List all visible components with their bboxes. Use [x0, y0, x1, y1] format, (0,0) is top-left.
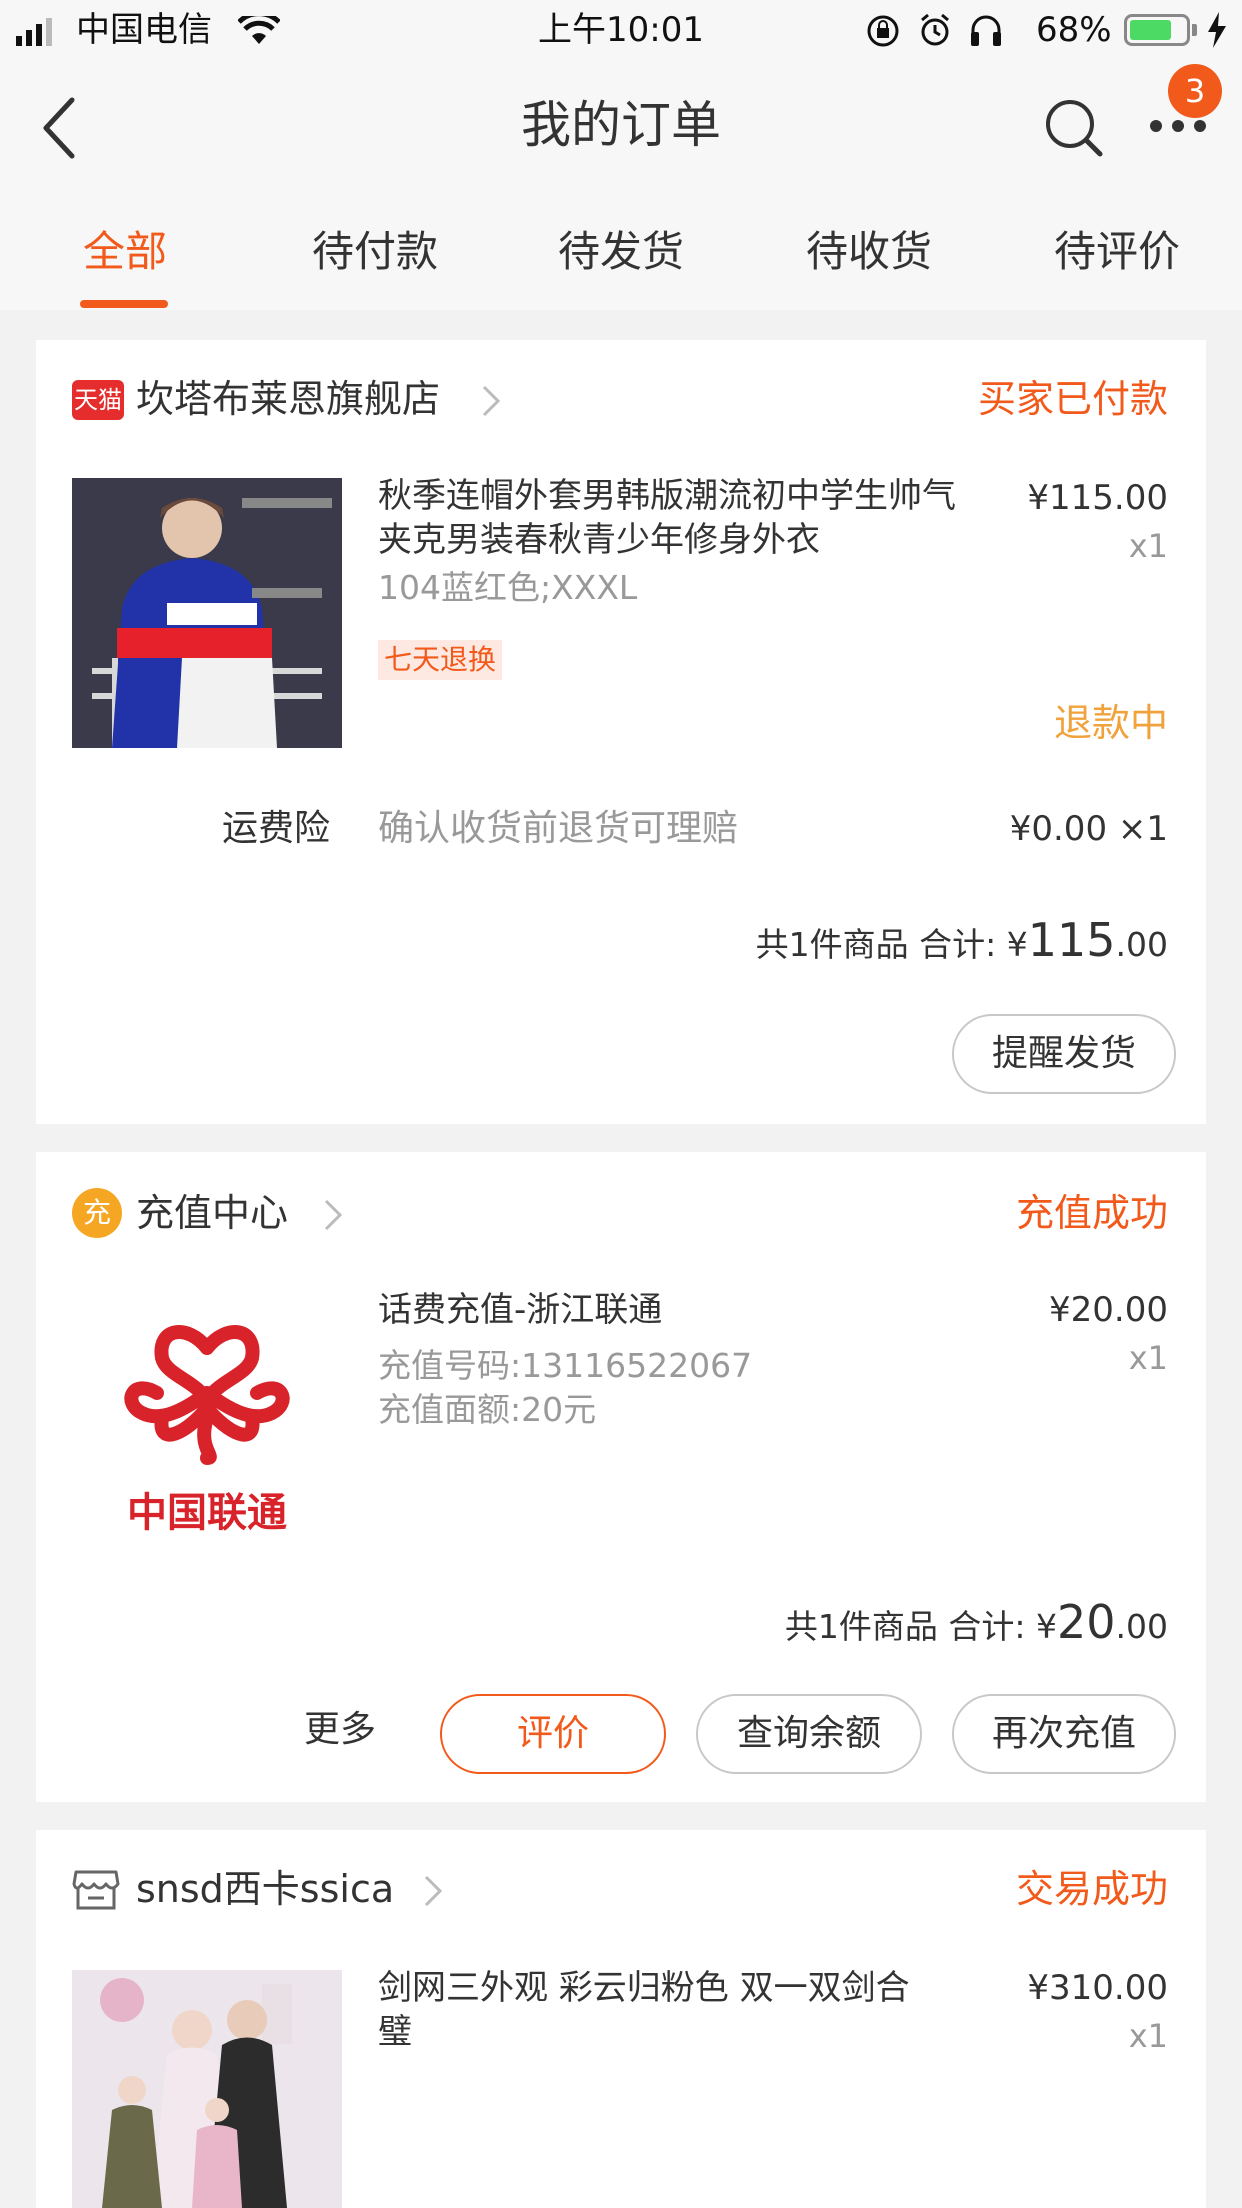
order-total-decimal: .00: [1115, 925, 1168, 964]
order-total-decimal: .00: [1115, 1607, 1168, 1646]
review-button[interactable]: 评价: [440, 1694, 666, 1774]
order-status: 充值成功: [1015, 1191, 1168, 1235]
search-icon[interactable]: [1044, 98, 1104, 158]
shop-name[interactable]: 坎塔布莱恩旗舰店: [136, 372, 440, 426]
recharge-amount: 充值面额:20元: [378, 1390, 597, 1429]
notification-badge: 3: [1168, 64, 1222, 118]
order-total-integer: 20: [1056, 1595, 1116, 1649]
product-sku: 104蓝红色;XXXL: [378, 568, 638, 607]
charging-icon: [1208, 12, 1226, 48]
product-title[interactable]: 秋季连帽外套男韩版潮流初中学生帅气夹克男装春秋青少年修身外衣: [378, 474, 978, 562]
order-status: 交易成功: [1015, 1867, 1168, 1911]
chevron-right-icon[interactable]: [480, 384, 502, 418]
chevron-right-icon[interactable]: [422, 1874, 444, 1908]
alarm-icon: [921, 13, 949, 46]
tab-pending-receipt[interactable]: 待收货: [784, 222, 954, 282]
order-total-integer: 115: [1027, 913, 1116, 967]
shop-name[interactable]: snsd西卡ssica: [136, 1862, 394, 1916]
insurance-label: 运费险: [222, 808, 331, 849]
product-quantity: x1: [1128, 527, 1168, 565]
order-status: 买家已付款: [977, 377, 1168, 421]
check-balance-button[interactable]: 查询余额: [696, 1694, 922, 1774]
nav-bar: 我的订单 3: [0, 62, 1242, 192]
product-image[interactable]: [72, 478, 342, 748]
product-quantity: x1: [1128, 2017, 1168, 2055]
order-total-prefix: 共1件商品 合计: ¥: [784, 1607, 1057, 1646]
recharge-center-icon: 充: [72, 1188, 122, 1238]
shop-name[interactable]: 充值中心: [136, 1186, 288, 1240]
product-image[interactable]: 中国联通: [72, 1288, 342, 1558]
rotation-lock-icon: [867, 15, 899, 47]
tab-pending-shipment[interactable]: 待发货: [536, 222, 706, 282]
recharge-number: 充值号码:13116522067: [378, 1346, 753, 1385]
store-icon: [72, 1870, 120, 1910]
tmall-badge-icon: 天猫: [72, 380, 124, 420]
product-image[interactable]: [72, 1970, 342, 2208]
order-total: 共1件商品 合计: ¥20.00: [785, 1592, 1168, 1657]
insurance-description: 确认收货前退货可理赔: [378, 808, 739, 849]
unicom-logo-icon: [124, 1325, 290, 1465]
active-tab-indicator: [80, 300, 168, 308]
battery-icon: [1124, 14, 1190, 46]
status-bar: 中国电信 上午10:01 68%: [0, 0, 1242, 62]
order-card: snsd西卡ssica 交易成功 剑网三外观 彩云归粉色 双一双剑合璧 ¥310…: [36, 1830, 1206, 2208]
refund-status: 退款中: [1053, 701, 1168, 745]
order-total-prefix: 共1件商品 合计: ¥: [755, 925, 1028, 964]
order-card: 充 充值中心 充值成功 中国联通 话费充值-浙江联通 充值号码:13116522…: [36, 1152, 1206, 1802]
product-price: ¥115.00: [1027, 478, 1168, 518]
tab-pending-payment[interactable]: 待付款: [290, 222, 460, 282]
recharge-again-button[interactable]: 再次充值: [952, 1694, 1176, 1774]
insurance-price: ¥0.00 ×1: [1009, 809, 1168, 849]
headphones-icon: [971, 15, 1001, 46]
remind-shipment-button[interactable]: 提醒发货: [952, 1014, 1176, 1094]
product-title[interactable]: 话费充值-浙江联通: [378, 1288, 978, 1332]
order-tabs: 全部 待付款 待发货 待收货 待评价: [0, 192, 1242, 310]
tab-all[interactable]: 全部: [60, 222, 190, 282]
battery-percent: 68%: [1036, 10, 1112, 50]
chevron-right-icon[interactable]: [322, 1198, 344, 1232]
more-icon[interactable]: [1148, 118, 1208, 134]
product-price: ¥20.00: [1049, 1290, 1168, 1330]
order-card: 天猫 坎塔布莱恩旗舰店 买家已付款 秋季连帽外套男韩版潮流初中学生帅气夹克男装春…: [36, 340, 1206, 1124]
unicom-logo-text: 中国联通: [127, 1490, 287, 1536]
product-title[interactable]: 剑网三外观 彩云归粉色 双一双剑合璧: [378, 1966, 938, 2054]
more-actions-link[interactable]: 更多: [304, 1700, 376, 1760]
tab-pending-review[interactable]: 待评价: [1032, 222, 1202, 282]
order-total: 共1件商品 合计: ¥115.00: [756, 910, 1168, 975]
product-price: ¥310.00: [1027, 1968, 1168, 2008]
return-policy-tag: 七天退换: [378, 640, 503, 680]
product-quantity: x1: [1128, 1339, 1168, 1377]
